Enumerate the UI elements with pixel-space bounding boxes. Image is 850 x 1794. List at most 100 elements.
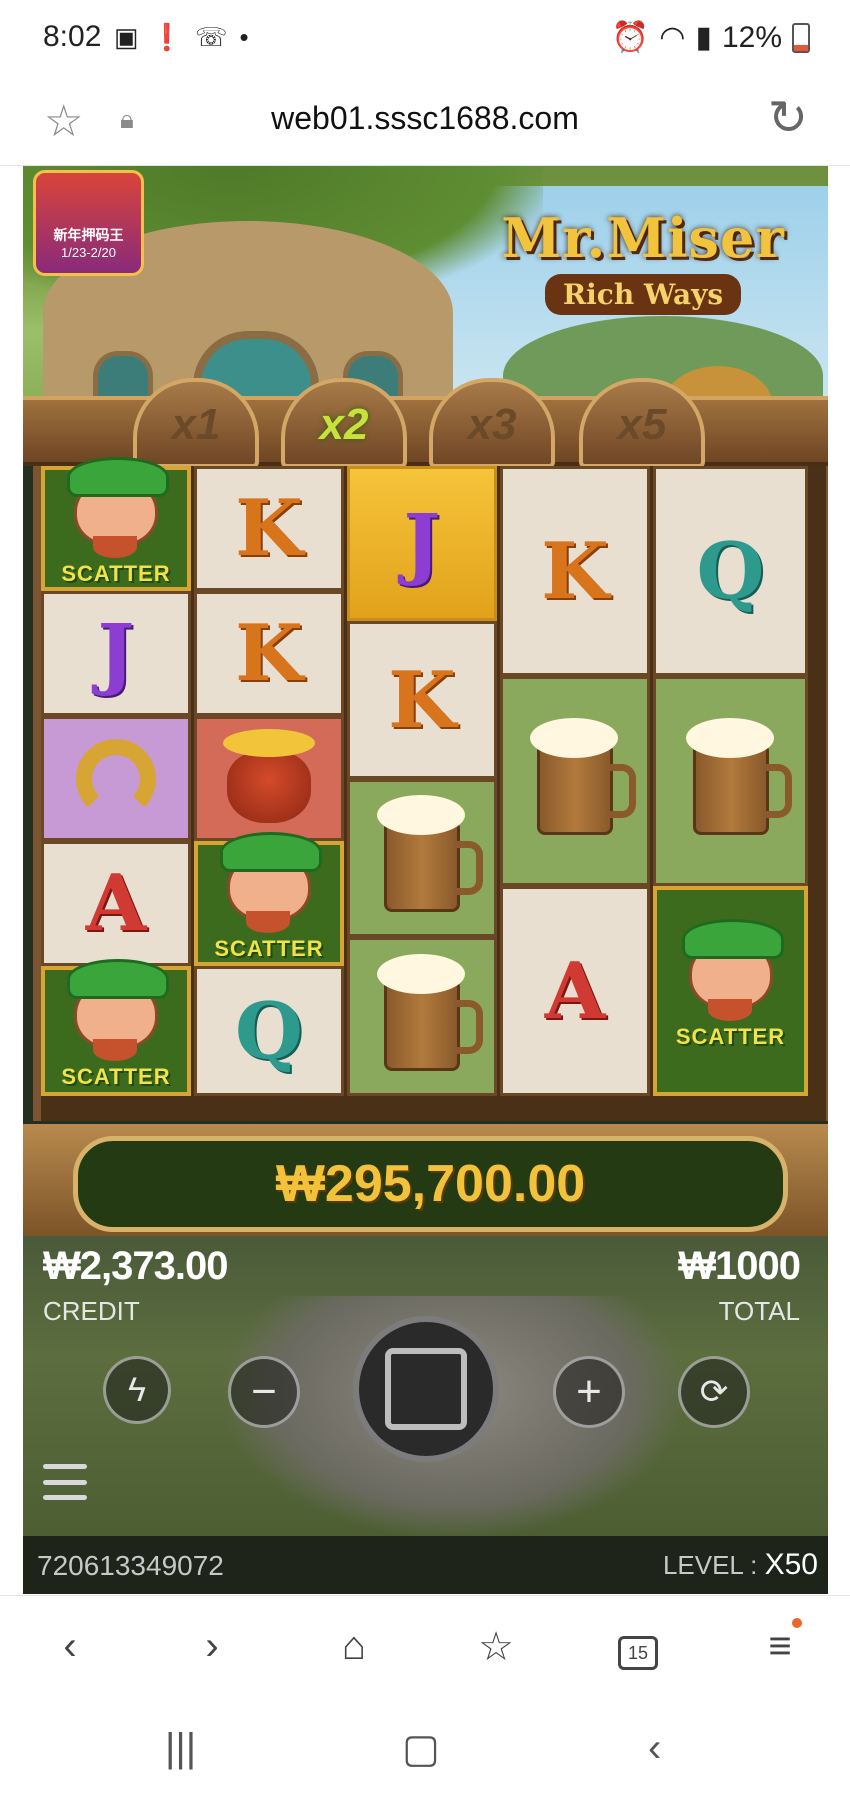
symbol-k: K [194,466,344,591]
hamburger-line [43,1464,87,1469]
beer-mug-icon [685,718,792,835]
back-button[interactable]: ‹ [40,1624,100,1669]
status-time: 8:02 [43,20,102,53]
alarm-icon: ⏰ [611,21,650,54]
status-system-icons: ⏰ ◠ ▮ 12% [612,20,810,55]
scatter-label: SCATTER [214,936,324,961]
hamburger-line [43,1495,87,1500]
symbol-beer-mug [653,676,808,886]
symbol-q: Q [194,966,344,1096]
signal-icon: ▮ [695,21,712,54]
symbol-j-gold: J [347,466,497,621]
missed-call-icon: ☏ [194,22,228,52]
home-system-button[interactable]: ▢ [402,1726,440,1772]
status-notification-icons: ▣ ❗ ☏ • [114,22,249,53]
recent-apps-button[interactable]: ||| [165,1726,196,1771]
symbol-scatter-large: SCATTER [653,886,808,1096]
bookmarks-button[interactable]: ☆ [466,1624,526,1670]
beer-mug-icon [530,718,636,835]
round-id: 720613349072 [37,1550,224,1581]
symbol-a: A [500,886,650,1096]
address-bar: ☆ 🔒︎ web01.sssc1688.com ↻ [0,80,850,166]
reel-grid: SCATTER J A SCATTER K K SCATTER Q J K K … [33,457,828,1121]
leprechaun-icon [67,959,169,1061]
level-value: X50 [764,1548,818,1581]
symbol-horseshoe [41,716,191,841]
leprechaun-icon [681,919,784,1021]
decrease-bet-button[interactable]: − [228,1356,300,1428]
win-display: ₩295,700.00 [73,1136,788,1232]
alert-icon: ❗ [150,22,183,52]
increase-bet-button[interactable]: + [553,1356,625,1428]
level-indicator: LEVEL : X50 [663,1548,818,1582]
beer-mug-icon [377,795,483,912]
beer-mug-icon [377,953,483,1071]
win-panel: ₩295,700.00 [23,1124,828,1236]
win-amount: ₩295,700.00 [275,1155,586,1213]
symbol-k: K [347,621,497,779]
url-text[interactable]: web01.sssc1688.com [0,100,850,137]
star-list-icon: ☆ [478,1625,514,1669]
scatter-label: SCATTER [61,1064,171,1089]
promo-badge[interactable]: 新年押码王 1/23-2/20 [33,170,144,276]
control-panel: ₩2,373.00 CREDIT ₩1000 TOTAL ϟ − + ⟳ [23,1236,828,1536]
lightning-icon: ϟ [128,1370,146,1409]
game-logo: Mr.Miser Rich Ways [483,206,803,316]
leprechaun-icon [67,457,169,558]
level-label: LEVEL : [662,1550,758,1580]
tabs-button[interactable]: 15 [608,1624,668,1670]
credit-value: ₩2,373.00 [43,1244,228,1288]
slot-game: 新年押码王 1/23-2/20 Mr.Miser Rich Ways x1 x2… [23,166,828,1594]
stop-icon [385,1348,467,1430]
back-system-button[interactable]: ‹ [648,1726,661,1771]
horseshoe-icon [76,738,156,819]
turbo-button[interactable]: ϟ [103,1356,171,1424]
scatter-label: SCATTER [61,561,171,586]
battery-icon [792,22,810,53]
chevron-right-icon: › [205,1624,219,1668]
multiplier-bar: x1 x2 x3 x5 [23,378,828,468]
browser-toolbar: ‹ › ⌂ ☆ 15 ≡ [0,1595,850,1706]
game-menu-button[interactable] [43,1464,87,1500]
game-footer: 720613349072 LEVEL : X50 [23,1536,828,1594]
promo-dates: 1/23-2/20 [61,245,116,260]
dot-icon: • [239,22,249,52]
logo-subtitle: Rich Ways [544,274,742,315]
browser-menu-button[interactable]: ≡ [750,1618,810,1669]
symbol-pot-of-gold [194,716,344,841]
symbol-beer-mug [347,779,497,937]
autoplay-icon: ⟳ [699,1373,729,1411]
status-bar: 8:02 ▣ ❗ ☏ • ⏰ ◠ ▮ 12% [0,0,850,80]
tabs-count: 15 [618,1636,658,1670]
symbol-k: K [500,466,650,676]
symbol-a: A [41,841,191,966]
logo-title: Mr.Miser [501,206,785,270]
autoplay-button[interactable]: ⟳ [678,1356,750,1428]
chevron-left-icon: ‹ [63,1624,77,1668]
menu-icon: ≡ [768,1624,792,1668]
total-bet-value: ₩1000 [678,1244,801,1288]
pot-of-gold-icon [223,728,315,823]
plus-icon: + [576,1367,602,1416]
symbol-scatter: SCATTER [41,959,191,1096]
home-icon: ⌂ [341,1624,367,1668]
minus-icon: − [251,1367,277,1416]
promo-title: 新年押码王 [53,227,124,243]
notification-dot [792,1618,802,1628]
wifi-icon: ◠ [659,21,686,54]
forward-button[interactable]: › [182,1624,242,1669]
symbol-q: Q [653,466,808,676]
symbol-beer-mug [500,676,650,886]
hamburger-line [43,1479,87,1485]
image-icon: ▣ [114,22,139,52]
reload-icon[interactable]: ↻ [768,90,808,146]
credit-label: CREDIT [43,1296,140,1326]
home-button[interactable]: ⌂ [324,1624,384,1669]
total-bet-label: TOTAL [718,1296,800,1326]
symbol-j: J [41,591,191,716]
scatter-label: SCATTER [675,1024,786,1049]
symbol-scatter: SCATTER [194,832,344,966]
symbol-scatter: SCATTER [41,457,191,591]
system-navigation-bar: ||| ▢ ‹ [0,1706,850,1794]
spin-stop-button[interactable] [353,1316,499,1462]
